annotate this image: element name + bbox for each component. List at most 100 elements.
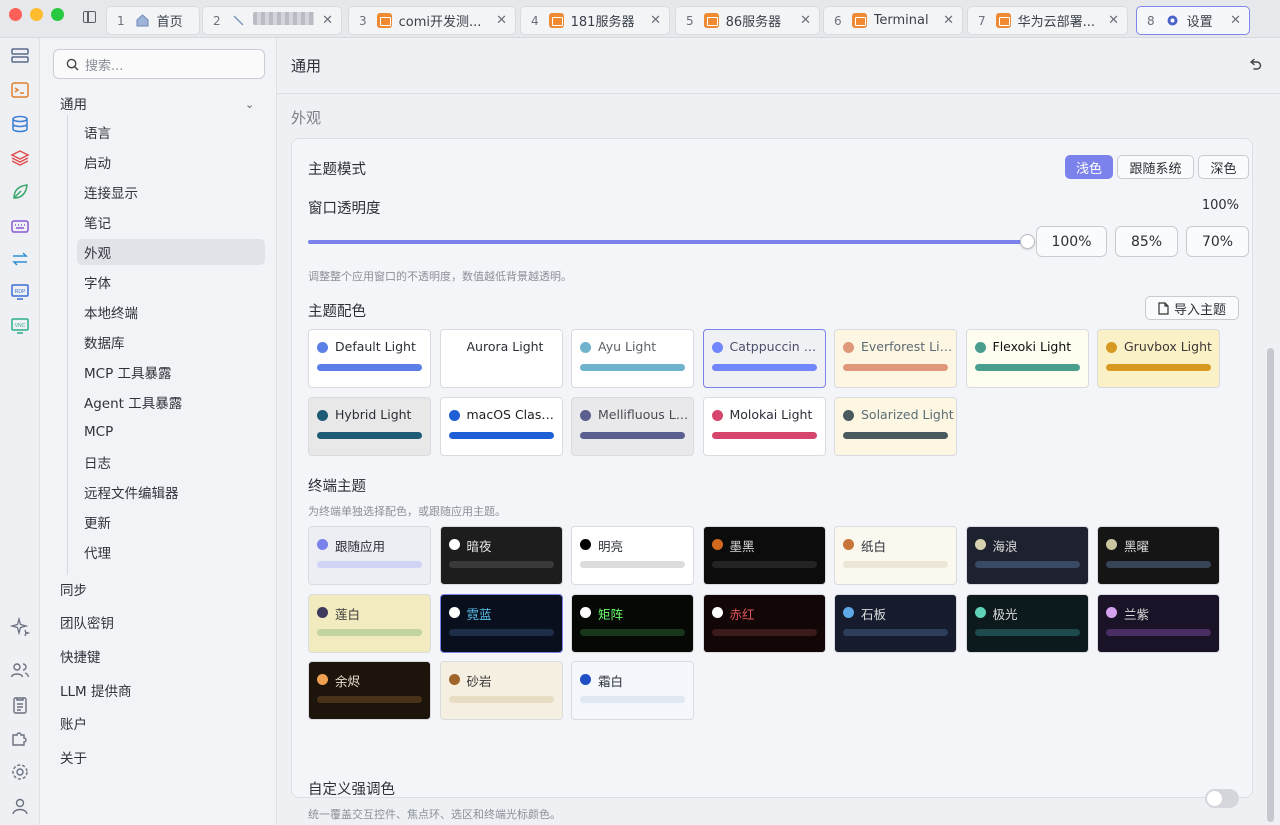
settings-nav: 搜索... 通用 ⌄ 语言启动连接显示笔记外观字体本地终端数据库 MCP 工具暴露… (40, 38, 277, 825)
nav-item-13[interactable]: 更新 (77, 509, 265, 535)
close-tab-icon[interactable]: ✕ (322, 13, 333, 28)
theme-mode-light-button[interactable]: 浅色 (1065, 155, 1113, 179)
theme-card[interactable]: Mellifluous Light (571, 396, 694, 456)
nav-top-item-2[interactable]: 快捷键 (60, 643, 260, 669)
theme-card[interactable]: Gruvbox Light (1097, 329, 1220, 388)
nav-item-14[interactable]: 代理 (77, 539, 265, 565)
theme-card[interactable]: Everforest Light (834, 329, 957, 388)
theme-card[interactable]: 霓蓝 (439, 593, 563, 653)
close-tab-icon[interactable]: ✕ (800, 13, 811, 28)
leaf-icon[interactable] (10, 182, 30, 202)
nav-item-10[interactable]: MCP (77, 419, 265, 445)
theme-card[interactable]: Solarized Light (834, 396, 957, 456)
theme-card[interactable]: 纸白 (834, 526, 957, 585)
sparkle-icon[interactable] (10, 617, 30, 637)
theme-card[interactable]: 兰紫 (1097, 593, 1220, 653)
theme-card[interactable]: 墨黑 (702, 526, 826, 585)
nav-top-item-1[interactable]: 团队密钥 (60, 609, 260, 635)
opacity-slider-handle[interactable] (1020, 234, 1035, 249)
search-input[interactable]: 搜索... (53, 49, 265, 79)
rdp-icon[interactable]: RDP (10, 282, 30, 302)
tab-6[interactable]: 6 Terminal ✕ (823, 6, 963, 35)
theme-card[interactable]: 莲白 (308, 593, 431, 653)
database-icon[interactable] (10, 114, 30, 134)
theme-card[interactable]: Molokai Light (702, 396, 826, 456)
theme-card[interactable]: Ayu Light (571, 329, 694, 388)
close-tab-icon[interactable]: ✕ (496, 13, 507, 28)
theme-card[interactable]: 暗夜 (439, 526, 563, 585)
theme-card[interactable]: Default Light (308, 329, 431, 388)
minimize-window-button[interactable] (30, 8, 43, 21)
nav-item-12[interactable]: 远程文件编辑器 (77, 479, 265, 505)
theme-card[interactable]: 黑曜 (1097, 526, 1220, 585)
nav-top-item-0[interactable]: 同步 (60, 576, 260, 602)
puzzle-icon[interactable] (10, 728, 30, 748)
tab-5[interactable]: 5 86服务器 ✕ (675, 6, 820, 35)
nav-item-2[interactable]: 连接显示 (77, 179, 265, 205)
theme-card[interactable]: 明亮 (571, 526, 694, 585)
import-theme-button[interactable]: 导入主题 (1145, 296, 1239, 320)
nav-item-9[interactable]: Agent 工具暴露 (77, 389, 265, 415)
theme-card[interactable]: Aurora Light (439, 329, 563, 388)
nav-item-8[interactable]: MCP 工具暴露 (77, 359, 265, 385)
close-tab-icon[interactable]: ✕ (943, 13, 954, 28)
nav-item-5[interactable]: 字体 (77, 269, 265, 295)
tab-4[interactable]: 4 181服务器 ✕ (520, 6, 670, 35)
theme-card[interactable]: 石板 (834, 593, 957, 653)
scrollbar[interactable] (1267, 348, 1274, 822)
nav-top-item-3[interactable]: LLM 提供商 (60, 677, 260, 703)
close-tab-icon[interactable]: ✕ (1230, 13, 1241, 28)
sidebar-toggle-icon[interactable] (83, 11, 96, 23)
theme-card[interactable]: 海浪 (965, 526, 1089, 585)
nav-item-0[interactable]: 语言 (77, 119, 265, 145)
transfer-icon[interactable] (10, 249, 30, 269)
opacity-slider[interactable] (308, 234, 1035, 249)
tab-7[interactable]: 7 华为云部署... ✕ (967, 6, 1128, 35)
layers-icon[interactable] (10, 148, 30, 168)
theme-card[interactable]: 余烬 (308, 661, 431, 720)
nav-item-6[interactable]: 本地终端 (77, 299, 265, 325)
users-icon[interactable] (10, 660, 30, 680)
tab-1[interactable]: 1 首页 (106, 6, 200, 35)
theme-card[interactable]: 赤红 (702, 593, 826, 653)
theme-mode-system-button[interactable]: 跟随系统 (1117, 155, 1194, 179)
tab-8[interactable]: 8 设置 ✕ (1136, 6, 1250, 35)
close-tab-icon[interactable]: ✕ (650, 13, 661, 28)
theme-card[interactable]: 霜白 (571, 661, 694, 720)
nav-item-7[interactable]: 数据库 (77, 329, 265, 355)
user-icon[interactable] (10, 796, 30, 816)
theme-card[interactable]: macOS Classic... (439, 396, 563, 456)
theme-card[interactable]: Catppuccin Latte (702, 329, 826, 388)
nav-item-1[interactable]: 启动 (77, 149, 265, 175)
nav-top-item-5[interactable]: 关于 (60, 744, 260, 770)
theme-card[interactable]: 极光 (965, 593, 1089, 653)
close-window-button[interactable] (9, 8, 22, 21)
nav-group-general[interactable]: 通用 (60, 90, 260, 116)
opacity-70-button[interactable]: 70% (1186, 226, 1249, 257)
gear-icon[interactable] (10, 762, 30, 782)
vnc-icon[interactable]: VNC (10, 316, 30, 336)
maximize-window-button[interactable] (51, 8, 64, 21)
reset-icon[interactable] (1248, 58, 1262, 72)
nav-item-4[interactable]: 外观 (77, 239, 265, 265)
keyboard-icon[interactable] (10, 216, 30, 236)
theme-card[interactable]: Hybrid Light (308, 396, 431, 456)
terminal-icon[interactable] (10, 80, 30, 100)
accent-toggle[interactable] (1205, 789, 1239, 808)
theme-card[interactable]: 矩阵 (571, 593, 694, 653)
hosts-icon[interactable] (10, 46, 30, 66)
theme-card[interactable]: Flexoki Light (965, 329, 1089, 388)
close-tab-icon[interactable]: ✕ (1108, 13, 1119, 28)
theme-card[interactable]: 跟随应用 (308, 526, 431, 585)
theme-mode-dark-button[interactable]: 深色 (1198, 155, 1249, 179)
opacity-85-button[interactable]: 85% (1115, 226, 1178, 257)
nav-top-item-4[interactable]: 账户 (60, 710, 260, 736)
nav-item-11[interactable]: 日志 (77, 449, 265, 475)
chevron-down-icon[interactable]: ⌄ (245, 98, 254, 111)
clipboard-icon[interactable] (10, 695, 30, 715)
tab-3[interactable]: 3 comi开发测... ✕ (348, 6, 516, 35)
opacity-100-button[interactable]: 100% (1036, 226, 1107, 257)
theme-card[interactable]: 砂岩 (439, 661, 563, 720)
tab-2[interactable]: 2 ✕ (202, 6, 342, 35)
nav-item-3[interactable]: 笔记 (77, 209, 265, 235)
